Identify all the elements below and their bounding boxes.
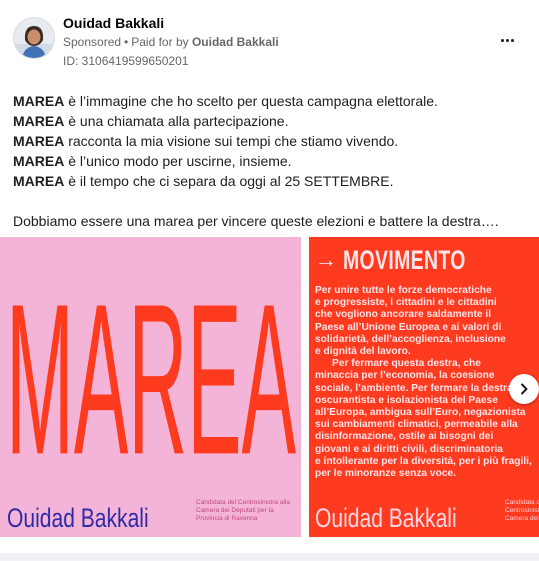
svg-text:MAREA: MAREA bbox=[6, 260, 296, 459]
image-carousel[interactable]: MAREA Ouidad Bakkali Candidata del Centr… bbox=[0, 237, 539, 537]
avatar-photo-icon bbox=[14, 18, 54, 58]
body-line: MAREA racconta la mia visione sui tempi … bbox=[13, 133, 399, 149]
candidate-note: Candidata del Centrosinistra alla Camera… bbox=[505, 499, 539, 522]
post-body: MAREA è l’immagine che ho scelto per que… bbox=[13, 91, 528, 231]
more-options-button[interactable] bbox=[495, 32, 519, 48]
body-line: MAREA è l’immagine che ho scelto per que… bbox=[13, 93, 438, 109]
body-line: MAREA è l’unico modo per uscirne, insiem… bbox=[13, 153, 292, 169]
carousel-slide-marea[interactable]: MAREA Ouidad Bakkali Candidata del Centr… bbox=[0, 237, 301, 537]
more-dots-icon bbox=[500, 38, 504, 42]
paid-for-prefix: Paid for by bbox=[131, 35, 189, 49]
sponsored-line: Sponsored • Paid for by Ouidad Bakkali bbox=[63, 35, 279, 49]
body-line: MAREA è una chiamata alla partecipazione… bbox=[13, 113, 289, 129]
sponsored-label: Sponsored bbox=[63, 35, 122, 49]
separator-dot: • bbox=[124, 35, 129, 49]
body-line: MAREA è il tempo che ci separa da oggi a… bbox=[13, 173, 394, 189]
arrow-right-icon: → bbox=[315, 247, 337, 272]
chevron-right-icon bbox=[521, 383, 528, 395]
carousel-slide-movimento[interactable]: → MOVIMENTO Per unire tutte le forze dem… bbox=[309, 237, 539, 537]
ad-id: ID: 3106419599650201 bbox=[63, 54, 189, 68]
page-avatar[interactable] bbox=[13, 17, 55, 59]
candidate-name: Ouidad Bakkali bbox=[315, 503, 457, 533]
body-closing: Dobbiamo essere una marea per vincere qu… bbox=[13, 213, 499, 229]
movimento-title: → MOVIMENTO bbox=[315, 244, 466, 275]
marea-headline: MAREA bbox=[6, 260, 296, 459]
candidate-name: Ouidad Bakkali bbox=[7, 503, 149, 533]
carousel-next-button[interactable] bbox=[509, 374, 539, 404]
page-name[interactable]: Ouidad Bakkali bbox=[63, 15, 164, 31]
paid-for-by: Ouidad Bakkali bbox=[191, 35, 279, 49]
movimento-text: Per unire tutte le forze democratiche e … bbox=[315, 285, 532, 480]
candidate-note: Candidata del Centrosinistra alla Camera… bbox=[196, 499, 290, 522]
ad-card: Ouidad Bakkali Sponsored • Paid for by Oui… bbox=[0, 0, 539, 553]
